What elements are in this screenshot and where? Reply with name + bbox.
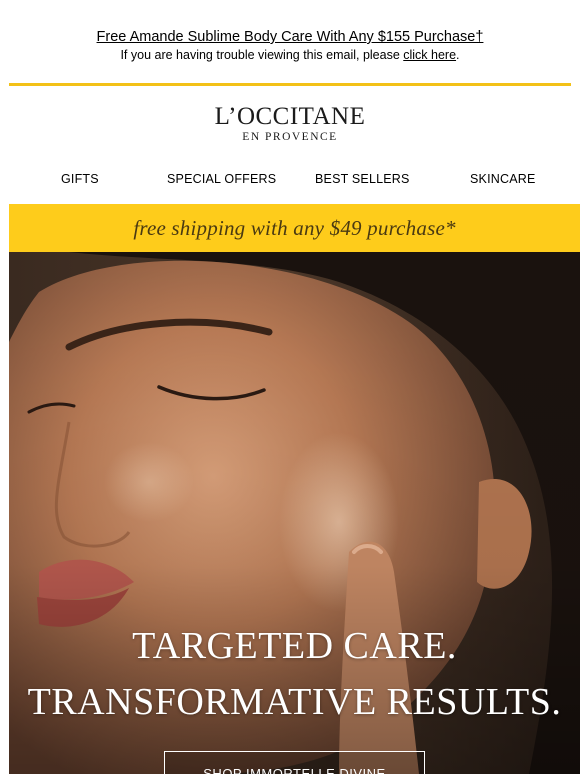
- nav-item-skincare[interactable]: SKINCARE: [470, 172, 536, 186]
- trouble-text: If you are having trouble viewing this e…: [120, 48, 404, 62]
- shipping-banner-text: free shipping with any $49 purchase*: [133, 216, 456, 240]
- brand-logo[interactable]: L’OCCITANE EN PROVENCE: [0, 104, 580, 144]
- view-in-browser-text: If you are having trouble viewing this e…: [0, 46, 580, 64]
- click-here-link[interactable]: click here: [403, 48, 456, 62]
- divider: [9, 83, 571, 86]
- preheader: Free Amande Sublime Body Care With Any $…: [0, 28, 580, 64]
- logo-wordmark: L’OCCITANE: [214, 103, 366, 130]
- logo-subtitle: EN PROVENCE: [242, 131, 338, 143]
- hero-headline-line2: TRANSFORMATIVE RESULTS.: [27, 681, 562, 723]
- shipping-banner[interactable]: free shipping with any $49 purchase*: [9, 204, 580, 252]
- nav-item-special-offers[interactable]: SPECIAL OFFERS: [167, 172, 276, 186]
- shop-immortelle-divine-button[interactable]: SHOP IMMORTELLE DIVINE: [164, 751, 425, 774]
- nav-item-gifts[interactable]: GIFTS: [61, 172, 99, 186]
- promo-link[interactable]: Free Amande Sublime Body Care With Any $…: [0, 28, 580, 46]
- nav-item-best-sellers[interactable]: BEST SELLERS: [315, 172, 410, 186]
- trouble-end: .: [456, 48, 460, 62]
- hero-banner[interactable]: TARGETED CARE. TRANSFORMATIVE RESULTS. S…: [9, 252, 580, 774]
- main-nav: GIFTS SPECIAL OFFERS BEST SELLERS SKINCA…: [0, 172, 580, 188]
- hero-headline-line1: TARGETED CARE.: [132, 625, 457, 667]
